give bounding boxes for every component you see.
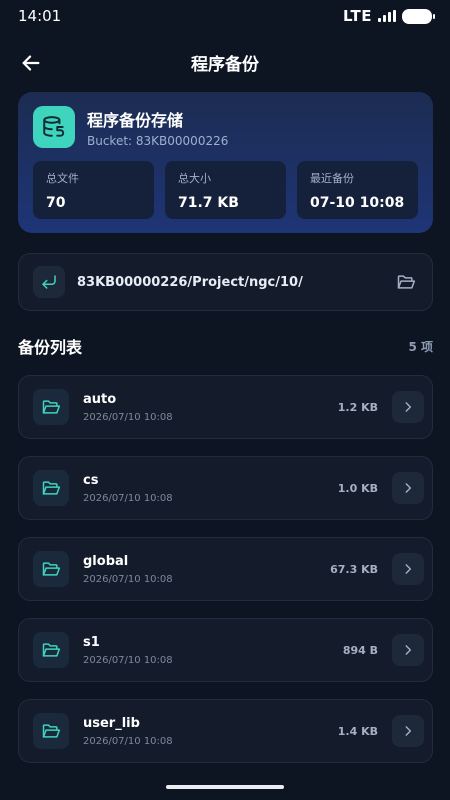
signal-icon [378,10,396,22]
chevron-right-icon [405,402,412,412]
folder-open-icon [397,275,416,289]
backup-item-cs[interactable]: cs 2026/07/10 10:08 1.0 KB [18,456,433,520]
summary-stats: 总文件 70 总大小 71.7 KB 最近备份 07-10 10:08 [33,161,418,219]
stat-label: 最近备份 [310,172,354,185]
open-button[interactable] [392,553,424,585]
folder-open-icon [33,389,69,425]
summary-titles: 程序备份存储 Bucket: 83KB00000226 [87,107,228,148]
browse-folder-button[interactable] [394,270,418,294]
network-type: LTE [342,7,372,25]
stat-total-size: 总大小 71.7 KB [165,161,286,219]
item-text: global 2026/07/10 10:08 [83,554,330,585]
item-name: auto [83,391,117,407]
backup-list-header: 备份列表 5 项 [18,334,433,358]
open-button[interactable] [392,472,424,504]
app-bar: 程序备份 [0,40,450,84]
item-date: 2026/07/10 10:08 [83,492,173,504]
database-restore-icon [33,106,75,148]
open-button[interactable] [392,391,424,423]
status-indicators: LTE [342,7,435,25]
stat-label: 总大小 [178,172,211,185]
current-path: 83KB00000226/Project/ngc/10/ [77,274,303,290]
folder-open-icon [33,551,69,587]
path-up-button[interactable] [33,266,65,298]
arrow-left-icon [22,55,40,71]
item-size: 1.0 KB [337,481,378,495]
item-size: 894 B [342,643,378,657]
stat-value: 07-10 10:08 [310,195,405,211]
item-size: 1.2 KB [337,400,378,414]
backup-item-user-lib[interactable]: user_lib 2026/07/10 10:08 1.4 KB [18,699,433,763]
item-name: cs [83,472,99,488]
item-date: 2026/07/10 10:08 [83,573,173,585]
chevron-right-icon [405,483,412,493]
status-bar: 14:01 LTE [0,0,450,32]
backup-summary-card: 程序备份存储 Bucket: 83KB00000226 总文件 70 总大小 7… [18,92,433,233]
section-title: 备份列表 [18,338,83,357]
summary-header: 程序备份存储 Bucket: 83KB00000226 [33,106,418,148]
folder-open-icon [33,470,69,506]
folder-open-icon [33,632,69,668]
item-text: cs 2026/07/10 10:08 [83,473,338,504]
home-indicator[interactable] [166,785,284,789]
stat-value: 70 [46,195,66,211]
item-date: 2026/07/10 10:08 [83,735,173,747]
open-button[interactable] [392,634,424,666]
backup-item-auto[interactable]: auto 2026/07/10 10:08 1.2 KB [18,375,433,439]
bucket-label: Bucket: 83KB00000226 [87,133,229,148]
item-name: s1 [83,634,100,650]
open-button[interactable] [392,715,424,747]
item-text: s1 2026/07/10 10:08 [83,635,343,666]
stat-latest-backup: 最近备份 07-10 10:08 [297,161,418,219]
path-bar: 83KB00000226/Project/ngc/10/ [18,253,433,311]
battery-icon [402,8,435,24]
item-size: 1.4 KB [337,724,378,738]
stat-label: 总文件 [46,172,79,185]
item-date: 2026/07/10 10:08 [83,654,173,666]
folder-open-icon [33,713,69,749]
page-title: 程序备份 [191,54,259,75]
item-text: user_lib 2026/07/10 10:08 [83,716,338,747]
item-size: 67.3 KB [330,562,378,576]
stat-value: 71.7 KB [178,195,239,211]
status-time: 14:01 [18,7,62,25]
chevron-right-icon [405,726,412,736]
item-date: 2026/07/10 10:08 [83,411,173,423]
chevron-right-icon [405,564,412,574]
backup-item-s1[interactable]: s1 2026/07/10 10:08 894 B [18,618,433,682]
item-name: global [83,553,129,569]
chevron-right-icon [405,645,412,655]
backup-item-global[interactable]: global 2026/07/10 10:08 67.3 KB [18,537,433,601]
item-count: 5 项 [408,339,433,354]
backup-list: auto 2026/07/10 10:08 1.2 KB cs 2026/07/… [18,375,433,780]
stat-total-files: 总文件 70 [33,161,154,219]
item-name: user_lib [83,715,140,731]
return-icon [42,275,56,289]
back-button[interactable] [16,48,46,78]
summary-title: 程序备份存储 [87,110,184,130]
item-text: auto 2026/07/10 10:08 [83,392,338,423]
